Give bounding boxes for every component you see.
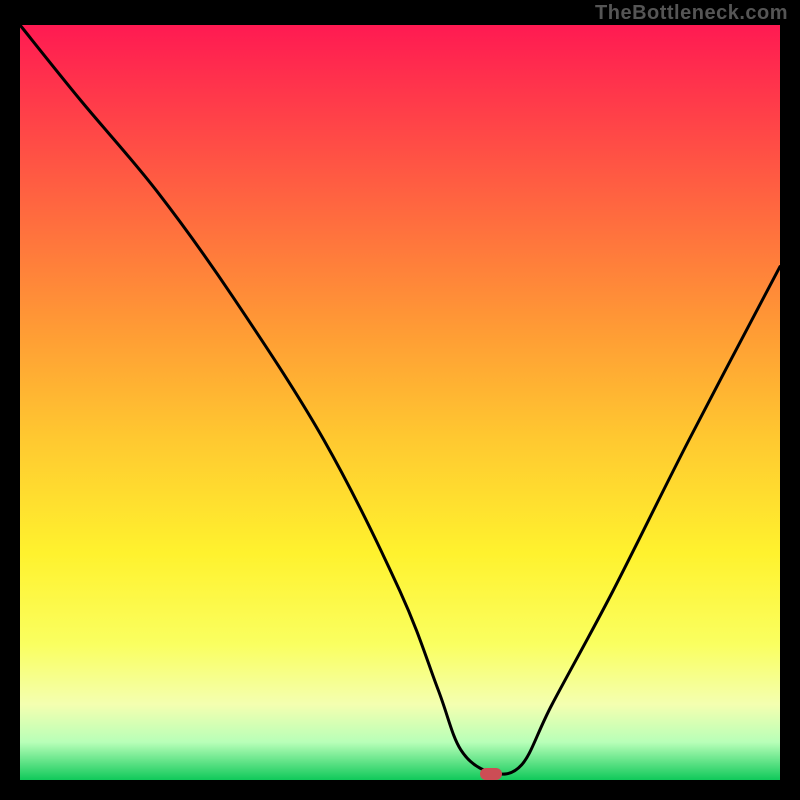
chart-frame: TheBottleneck.com [0,0,800,800]
optimal-marker [480,768,502,780]
plot-area [20,25,780,780]
bottleneck-curve [20,25,780,780]
watermark-text: TheBottleneck.com [595,2,788,25]
